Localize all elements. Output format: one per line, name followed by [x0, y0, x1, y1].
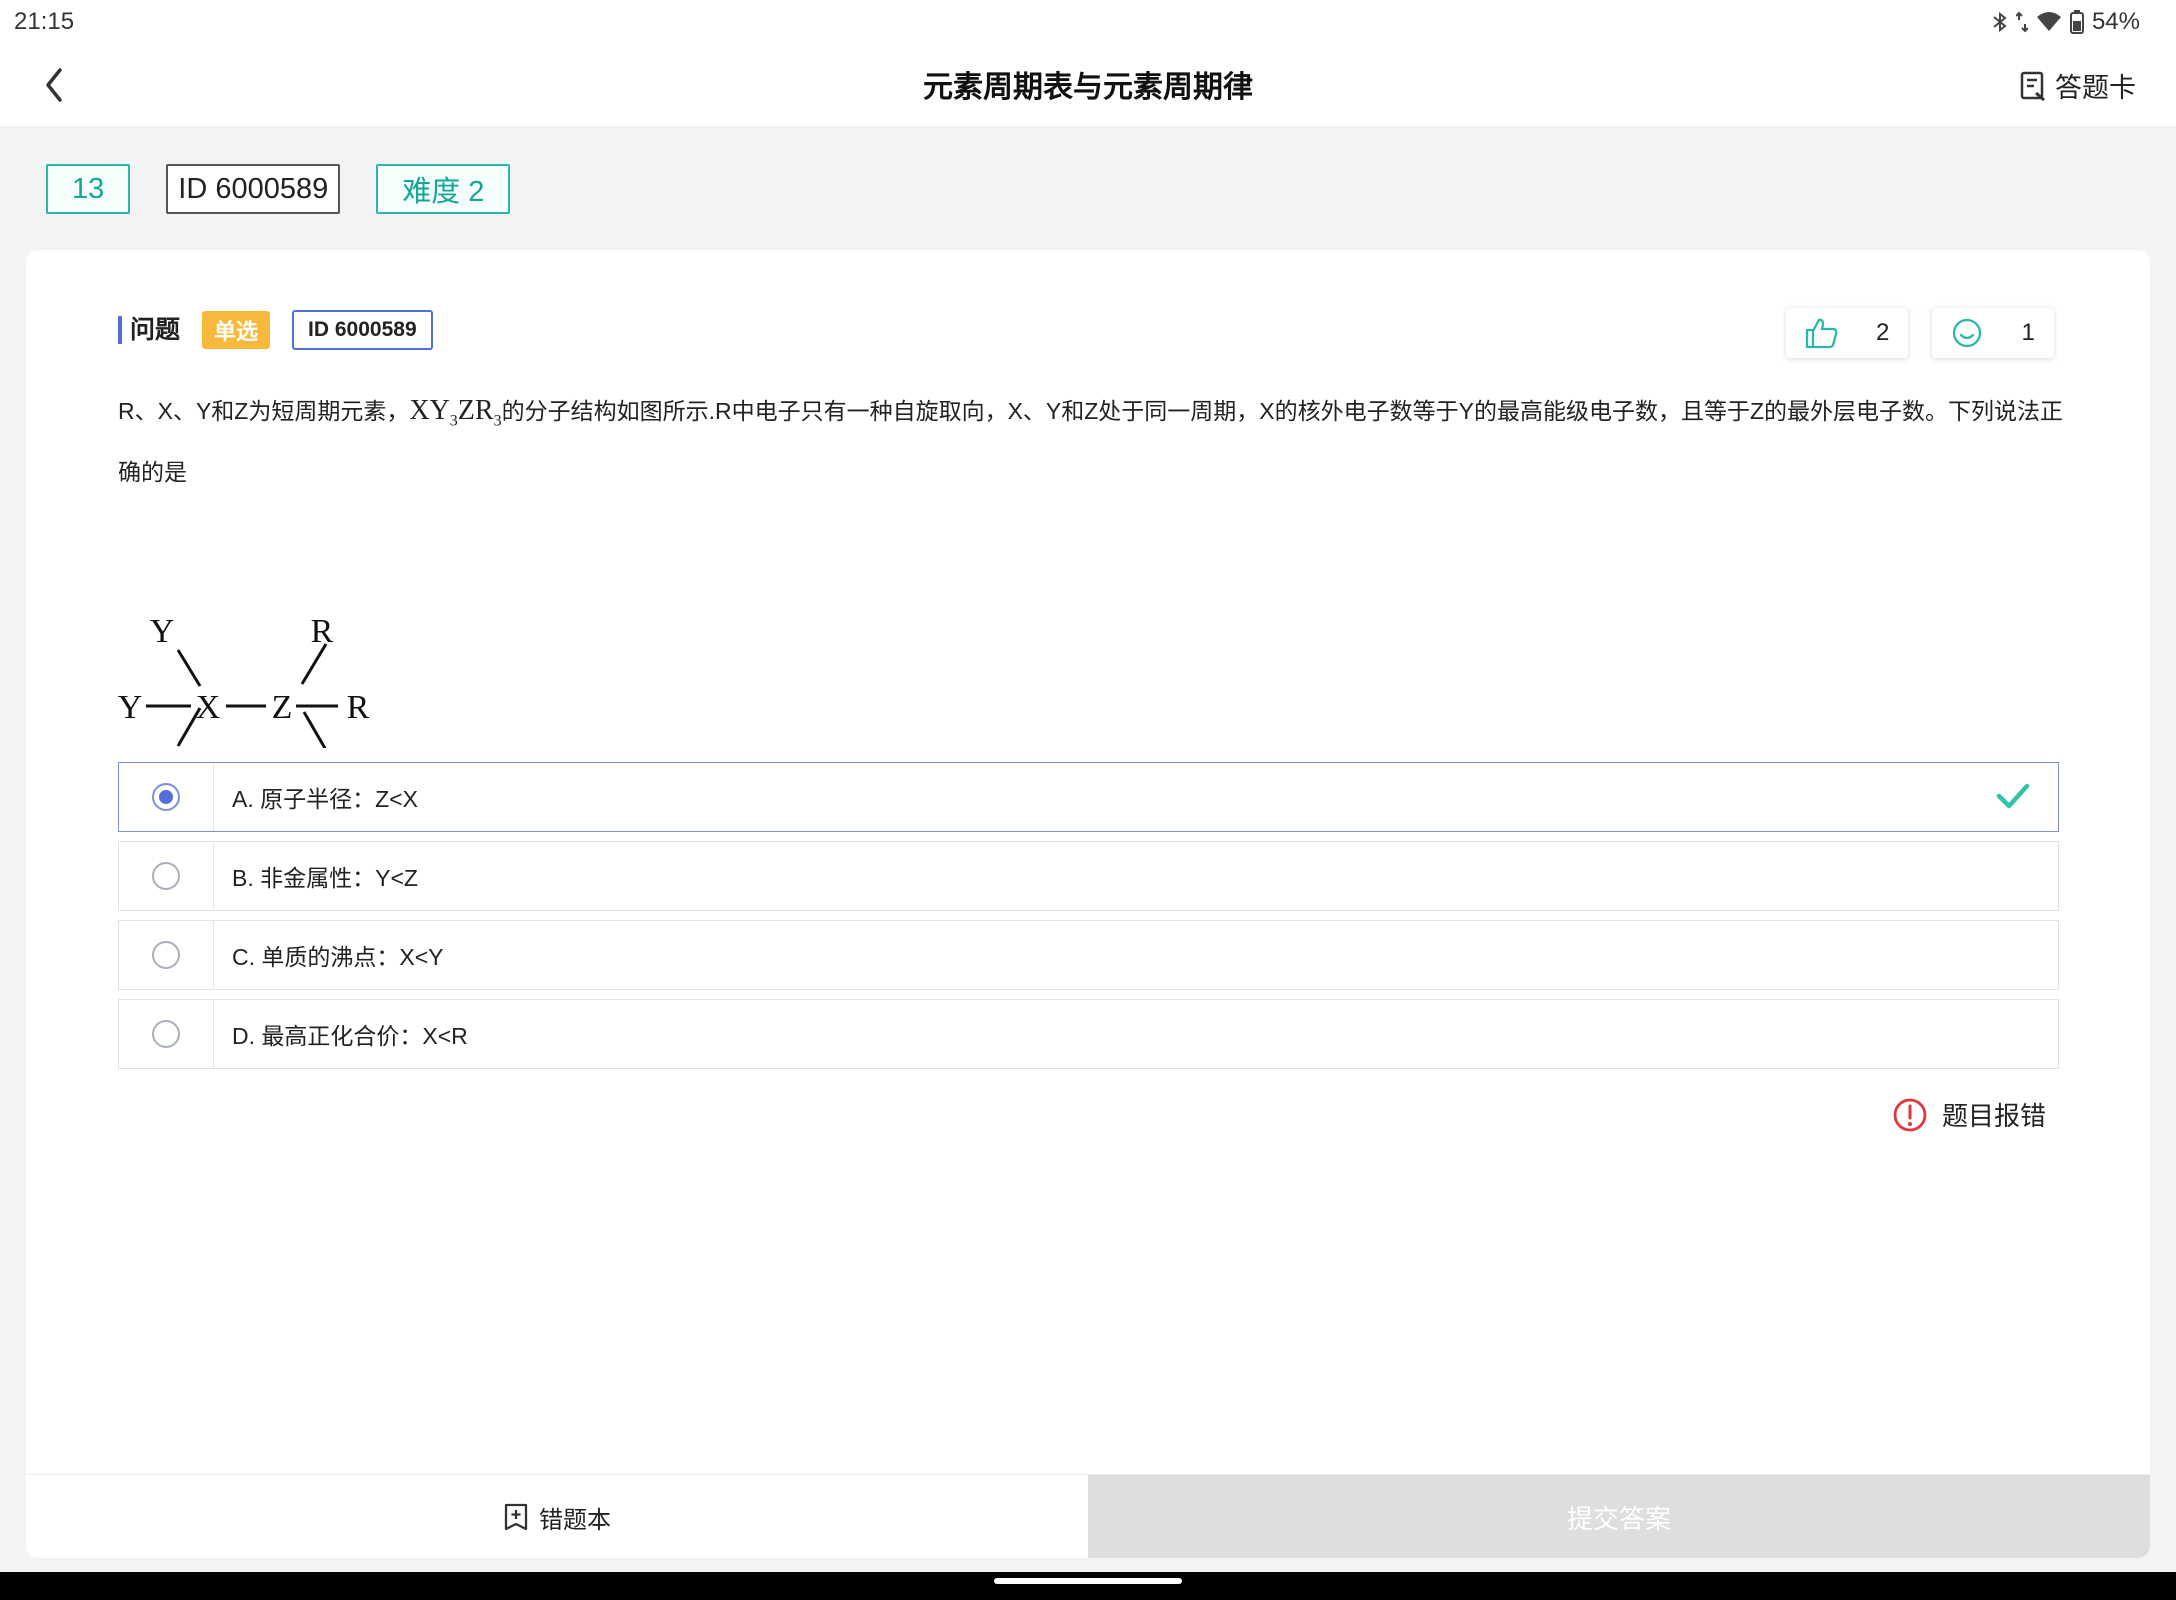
- wrong-book-label: 错题本: [539, 1506, 611, 1534]
- like-count: 2: [1875, 319, 1890, 346]
- option-label: B. 非金属性：Y<Z: [232, 865, 418, 891]
- radio-button[interactable]: [152, 783, 180, 811]
- option-b[interactable]: B. 非金属性：Y<Z: [118, 841, 2059, 911]
- difficulty-tag: 难度 2: [376, 164, 511, 214]
- atom-z: Z: [272, 689, 293, 726]
- answer-sheet-icon: [2020, 71, 2045, 101]
- atom-r-top: R: [311, 613, 334, 650]
- radio-button[interactable]: [152, 862, 180, 890]
- wifi-icon: [2036, 12, 2061, 31]
- question-type-badge: 单选: [202, 311, 271, 349]
- like-button[interactable]: 2: [1786, 308, 1908, 358]
- atom-r-right: R: [347, 689, 370, 726]
- add-bookmark-icon: [504, 1503, 528, 1531]
- smile-button[interactable]: 1: [1932, 308, 2054, 358]
- status-bar: 21:15 54%: [0, 0, 2176, 44]
- system-navigation-bar: [0, 1572, 2176, 1600]
- submit-answer-button[interactable]: 提交答案: [1088, 1475, 2150, 1558]
- option-label: A. 原子半径：Z<X: [232, 786, 418, 812]
- wrong-book-button[interactable]: 错题本: [26, 1475, 1088, 1558]
- answer-card-label: 答题卡: [2055, 73, 2136, 103]
- option-c[interactable]: C. 单质的沸点：X<Y: [118, 920, 2059, 990]
- answer-options: A. 原子半径：Z<X B. 非金属性：Y<Z C. 单质的沸点：X<Y D. …: [118, 762, 2059, 1078]
- clock: 21:15: [14, 8, 75, 35]
- question-id-badge: ID 6000589: [292, 310, 433, 350]
- atom-y-top: Y: [150, 613, 175, 650]
- radio-button[interactable]: [152, 1020, 180, 1048]
- option-a[interactable]: A. 原子半径：Z<X: [118, 762, 2059, 832]
- question-tags: 13 ID 6000589 难度 2: [46, 164, 511, 214]
- smile-count: 1: [2021, 319, 2035, 346]
- option-label: C. 单质的沸点：X<Y: [232, 944, 444, 970]
- bottom-action-bar: 错题本 提交答案: [26, 1474, 2150, 1558]
- report-error-label: 题目报错: [1941, 1101, 2046, 1131]
- atom-x: X: [196, 689, 221, 726]
- radio-button[interactable]: [152, 941, 180, 969]
- question-card: 问题 单选 ID 6000589 2 1 R、X、Y和Z为短周期元素，XY3ZR…: [26, 250, 2150, 1558]
- bluetooth-icon: [1993, 11, 2007, 33]
- alert-icon: [1893, 1098, 1927, 1131]
- data-arrows-icon: [2015, 11, 2028, 33]
- formula: XY3ZR3: [409, 395, 502, 430]
- question-stats: 2 1: [1786, 308, 2054, 358]
- battery-level: 54%: [2091, 8, 2140, 35]
- answer-card-button[interactable]: 答题卡: [2019, 66, 2136, 105]
- navbar: 元素周期表与元素周期律 答题卡: [0, 44, 2176, 126]
- stem-part1: R、X、Y和Z为短周期元素，: [118, 398, 410, 424]
- status-icons: 54%: [1992, 8, 2140, 36]
- option-label: D. 最高正化合价：X<R: [232, 1023, 468, 1049]
- atom-y-left: Y: [118, 689, 143, 726]
- checkmark-icon: [1996, 783, 2030, 809]
- page-title: 元素周期表与元素周期律: [923, 71, 1253, 104]
- smile-icon: [1953, 318, 1982, 348]
- battery-icon: [2069, 10, 2084, 34]
- thumbs-up-icon: [1805, 318, 1838, 349]
- question-header: 问题 单选 ID 6000589: [118, 310, 433, 350]
- home-indicator[interactable]: [994, 1578, 1182, 1584]
- question-stem: R、X、Y和Z为短周期元素，XY3ZR3的分子结构如图所示.R中电子只有一种自旋…: [118, 386, 2068, 497]
- question-label: 问题: [118, 316, 180, 344]
- question-id-tag: ID 6000589: [166, 164, 341, 214]
- report-error-button[interactable]: 题目报错: [1892, 1096, 2046, 1133]
- question-number-tag: 13: [46, 164, 131, 214]
- molecule-diagram: Y Y Y X Z R R R: [118, 613, 370, 748]
- option-d[interactable]: D. 最高正化合价：X<R: [118, 999, 2059, 1069]
